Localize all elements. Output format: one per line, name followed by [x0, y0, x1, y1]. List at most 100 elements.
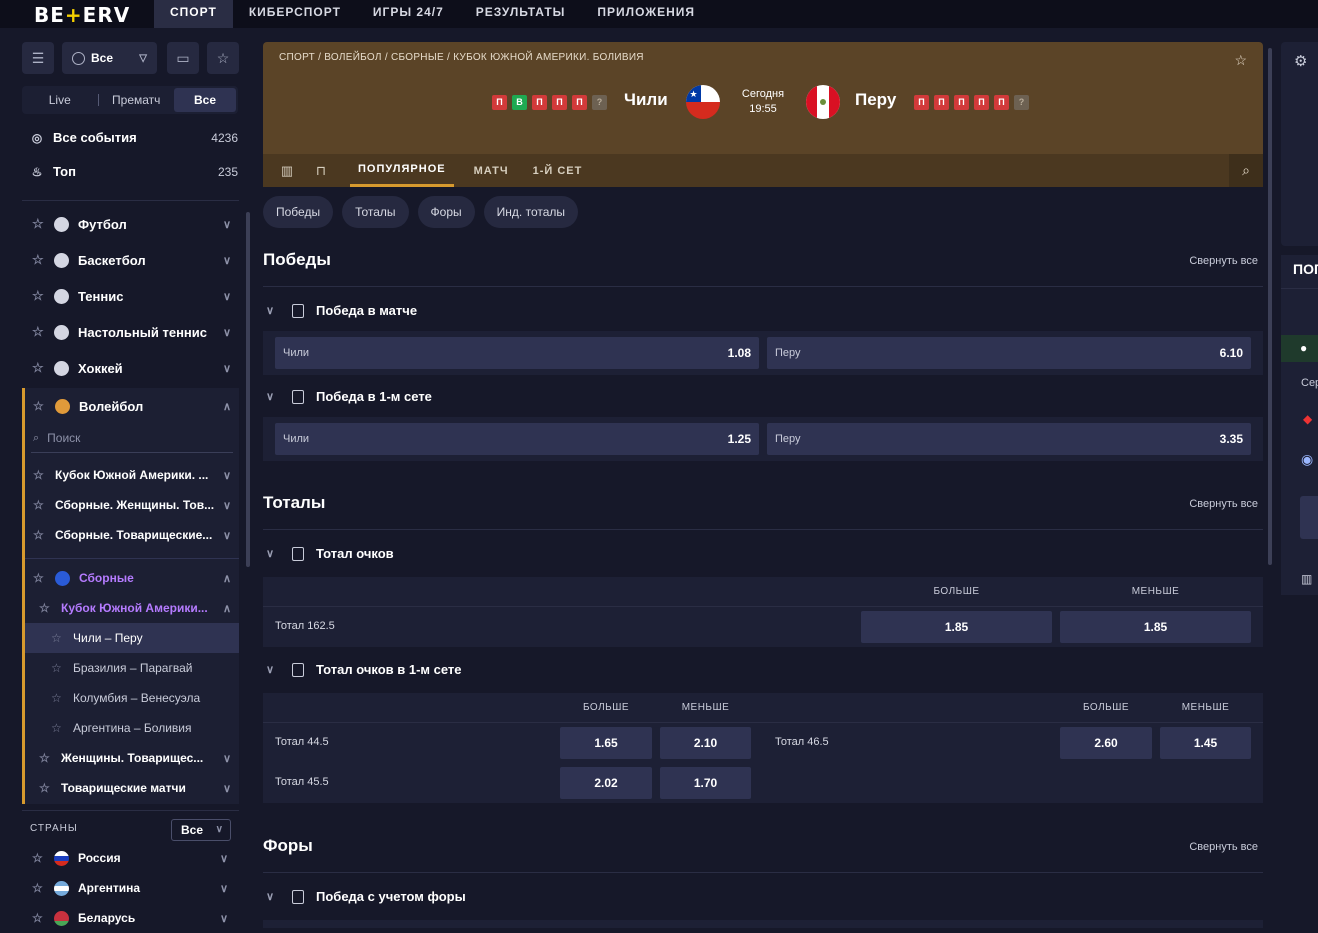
- search-input[interactable]: Поиск: [47, 431, 80, 445]
- settings-sliders-icon[interactable]: ☰: [22, 42, 54, 74]
- national-league-item[interactable]: ☆ Кубок Южной Америки... ∧: [25, 593, 239, 623]
- chip-totals[interactable]: Тоталы: [342, 196, 408, 228]
- star-icon[interactable]: ☆: [32, 360, 48, 376]
- all-events-item[interactable]: ◎ Все события 4236: [30, 130, 238, 145]
- star-icon[interactable]: ☆: [51, 721, 65, 735]
- odd-button[interactable]: Чили 1.08: [275, 337, 759, 369]
- collapse-all-button[interactable]: Свернуть все: [1189, 255, 1258, 267]
- match-item[interactable]: ☆ Аргентина – Боливия: [25, 713, 239, 743]
- odd-button-under[interactable]: 1.45: [1160, 727, 1251, 759]
- league-item[interactable]: ☆ Женщины. Товарищес... ∨: [25, 743, 239, 773]
- right-panel-button[interactable]: [1300, 496, 1318, 539]
- video-icon[interactable]: ▭: [167, 42, 199, 74]
- match-item-active[interactable]: ☆ Чили – Перу: [25, 623, 239, 653]
- chip-wins[interactable]: Победы: [263, 196, 333, 228]
- sidebar-item-football[interactable]: ☆ Футбол ∨: [22, 206, 239, 242]
- sidebar-item-volleyball[interactable]: ☆ Волейбол ∧: [25, 388, 239, 424]
- market-header[interactable]: ∨ Тотал очков в 1-м сете: [263, 662, 1263, 677]
- bookmark-icon[interactable]: [292, 890, 304, 904]
- star-icon[interactable]: ☆: [33, 399, 47, 413]
- mode-all[interactable]: Все: [174, 88, 236, 112]
- star-icon[interactable]: ☆: [32, 881, 46, 895]
- star-icon[interactable]: ☆: [51, 631, 65, 645]
- odd-button-over[interactable]: 1.85: [861, 611, 1052, 643]
- tab-match[interactable]: МАТЧ: [462, 165, 521, 177]
- star-icon[interactable]: ☆: [32, 851, 46, 865]
- national-teams-item[interactable]: ☆ Сборные ∧: [25, 563, 239, 593]
- volleyball-search[interactable]: ⌕ Поиск: [25, 424, 239, 452]
- tab-sport[interactable]: СПОРТ: [154, 0, 233, 28]
- bookmark-icon[interactable]: [292, 304, 304, 318]
- tab-results[interactable]: РЕЗУЛЬТАТЫ: [460, 0, 582, 28]
- league-item[interactable]: ☆ Кубок Южной Америки. ... ∨: [25, 460, 239, 490]
- star-icon[interactable]: ☆: [51, 661, 65, 675]
- tab-popular[interactable]: ПОПУЛЯРНОЕ: [350, 154, 454, 187]
- odd-button-over[interactable]: 2.60: [1060, 727, 1152, 759]
- country-item-argentina[interactable]: ☆ Аргентина ∨: [22, 873, 236, 903]
- sidebar-item-tennis[interactable]: ☆ Теннис ∨: [22, 278, 239, 314]
- right-panel-active-row[interactable]: ●: [1281, 335, 1318, 362]
- sidebar-scrollbar[interactable]: [246, 212, 250, 567]
- mode-prematch[interactable]: Прематч: [99, 93, 175, 107]
- chip-handicaps[interactable]: Форы: [418, 196, 475, 228]
- odd-button[interactable]: Чили 1.25: [275, 423, 759, 455]
- stats-icon[interactable]: ▥: [1301, 572, 1312, 586]
- logo[interactable]: BE+ERV: [34, 3, 130, 27]
- star-icon[interactable]: ☆: [33, 571, 47, 585]
- star-icon[interactable]: ☆: [33, 498, 47, 512]
- odd-button-over[interactable]: 2.02: [560, 767, 652, 799]
- main-scrollbar[interactable]: [1268, 48, 1272, 565]
- star-icon[interactable]: ☆: [32, 252, 48, 268]
- favorites-star-icon[interactable]: ☆: [207, 42, 239, 74]
- odd-button[interactable]: Перу 6.10: [767, 337, 1251, 369]
- star-icon[interactable]: ☆: [33, 468, 47, 482]
- market-header[interactable]: ∨ Тотал очков: [263, 546, 1263, 561]
- bookmark-icon[interactable]: [292, 663, 304, 677]
- breadcrumb[interactable]: СПОРТ / ВОЛЕЙБОЛ / СБОРНЫЕ / КУБОК ЮЖНОЙ…: [279, 52, 644, 63]
- sidebar-item-table-tennis[interactable]: ☆ Настольный теннис ∨: [22, 314, 239, 350]
- star-icon[interactable]: ☆: [32, 911, 46, 925]
- tab-first-set[interactable]: 1-Й СЕТ: [521, 165, 595, 177]
- match-item[interactable]: ☆ Колумбия – Венесуэла: [25, 683, 239, 713]
- tab-esport[interactable]: КИБЕРСПОРТ: [233, 0, 357, 28]
- star-icon[interactable]: ☆: [32, 288, 48, 304]
- star-icon[interactable]: ☆: [51, 691, 65, 705]
- country-item-russia[interactable]: ☆ Россия ∨: [22, 843, 236, 873]
- odd-button-under[interactable]: 2.10: [660, 727, 751, 759]
- market-header[interactable]: ∨ Победа с учетом форы: [263, 889, 1263, 904]
- bookmark-icon[interactable]: [292, 390, 304, 404]
- sidebar-item-basketball[interactable]: ☆ Баскетбол ∨: [22, 242, 239, 278]
- market-header[interactable]: ∨ Победа в матче: [263, 303, 1263, 318]
- collapse-all-button[interactable]: Свернуть все: [1189, 498, 1258, 510]
- top-item[interactable]: ♨ Топ 235: [30, 164, 238, 179]
- star-icon[interactable]: ☆: [32, 216, 48, 232]
- star-icon[interactable]: ☆: [32, 324, 48, 340]
- star-icon[interactable]: ☆: [39, 751, 53, 765]
- mode-live[interactable]: Live: [22, 93, 98, 107]
- bookmark-icon[interactable]: ⊓: [304, 163, 338, 179]
- market-header[interactable]: ∨ Победа в 1-м сете: [263, 389, 1263, 404]
- favorite-star-icon[interactable]: ☆: [1234, 52, 1247, 69]
- stats-icon[interactable]: ▥: [270, 163, 304, 179]
- gear-icon[interactable]: ⚙: [1294, 52, 1307, 70]
- tab-games[interactable]: ИГРЫ 24/7: [357, 0, 460, 28]
- match-item[interactable]: ☆ Бразилия – Парагвай: [25, 653, 239, 683]
- odd-button[interactable]: Перу 3.35: [767, 423, 1251, 455]
- sidebar-item-hockey[interactable]: ☆ Хоккей ∨: [22, 350, 239, 386]
- league-item[interactable]: ☆ Сборные. Товарищеские... ∨: [25, 520, 239, 550]
- odd-button-over[interactable]: 1.65: [560, 727, 652, 759]
- country-item-belarus[interactable]: ☆ Беларусь ∨: [22, 903, 236, 933]
- star-icon[interactable]: ☆: [39, 781, 53, 795]
- odd-button-under[interactable]: 1.85: [1060, 611, 1251, 643]
- search-icon[interactable]: ⌕: [1229, 154, 1263, 187]
- collapse-all-button[interactable]: Свернуть все: [1189, 841, 1258, 853]
- filter-select[interactable]: Все ▽: [62, 42, 157, 74]
- odd-button-under[interactable]: 1.70: [660, 767, 751, 799]
- star-icon[interactable]: ☆: [39, 601, 53, 615]
- tab-apps[interactable]: ПРИЛОЖЕНИЯ: [581, 0, 711, 28]
- star-icon[interactable]: ☆: [33, 528, 47, 542]
- chip-ind-totals[interactable]: Инд. тоталы: [484, 196, 578, 228]
- bookmark-icon[interactable]: [292, 547, 304, 561]
- league-item[interactable]: ☆ Сборные. Женщины. Тов... ∨: [25, 490, 239, 520]
- countries-filter-select[interactable]: Все ∨: [171, 819, 231, 841]
